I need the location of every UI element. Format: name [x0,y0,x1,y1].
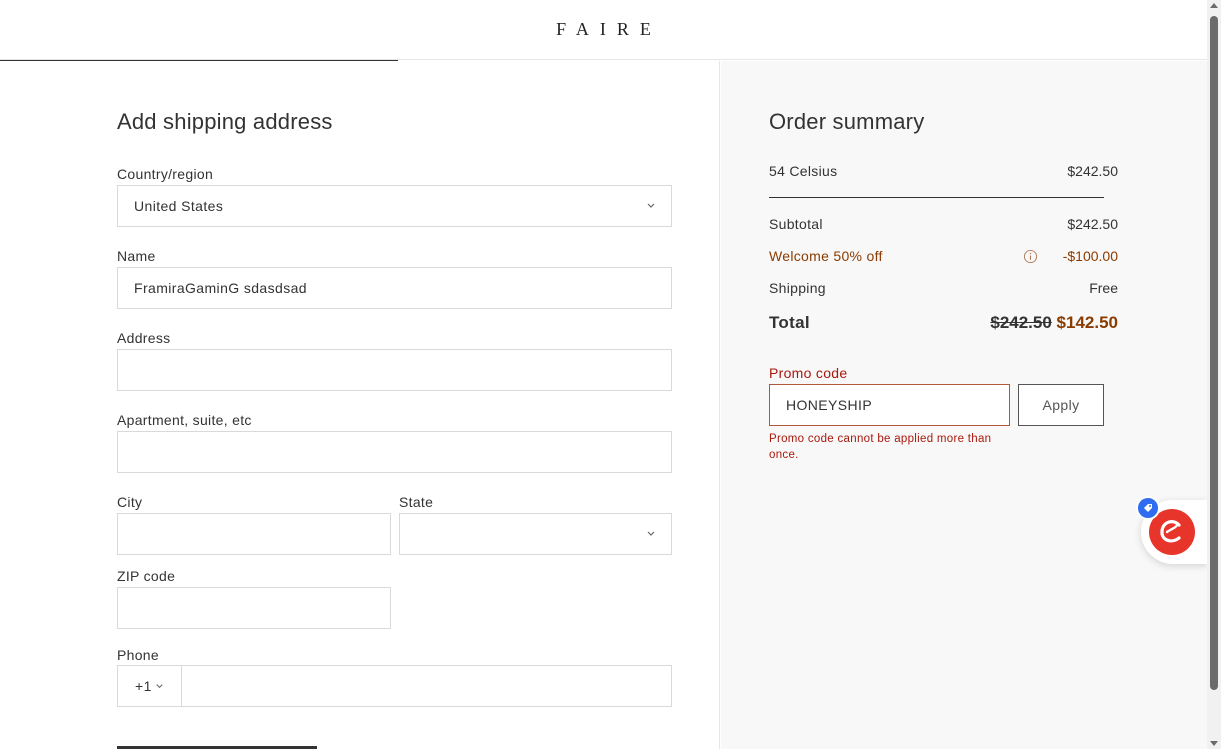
discount-value: -$100.00 [1062,248,1118,264]
total-original-price: $242.50 [990,313,1052,332]
site-header: FAIRE [0,0,1207,60]
scroll-up-arrow-icon[interactable] [1210,3,1218,8]
address-label: Address [117,330,171,346]
extension-badge[interactable] [1136,496,1160,520]
promo-code-input[interactable]: HONEYSHIP [769,384,1010,426]
page-title: Add shipping address [117,109,333,134]
country-label: Country/region [117,166,214,182]
tag-icon [1144,504,1152,512]
discount-label: Welcome 50% off [769,248,883,264]
promo-code-value: HONEYSHIP [786,397,873,413]
scroll-down-arrow-icon[interactable] [1210,741,1218,746]
phone-label: Phone [117,647,159,663]
city-label: City [117,494,143,510]
promo-error-message: Promo code cannot be applied more than o… [769,433,992,461]
country-value: United States [134,198,224,214]
zip-input[interactable] [117,587,391,629]
city-input[interactable] [117,513,391,555]
apartment-label: Apartment, suite, etc [117,412,252,428]
chevron-down-icon [156,684,163,689]
apartment-input[interactable] [117,431,672,473]
state-select[interactable] [399,513,672,555]
subtotal-value: $242.50 [1067,216,1118,232]
total-label: Total [769,313,810,332]
summary-divider [769,197,1104,198]
shipping-label: Shipping [769,280,826,296]
phone-country-code: +1 [135,678,152,694]
phone-country-select[interactable]: +1 [117,665,182,707]
state-label: State [399,494,434,510]
scrollbar-thumb[interactable] [1210,16,1218,690]
phone-input[interactable] [181,665,672,707]
apply-promo-button[interactable]: Apply [1018,384,1104,426]
zip-label: ZIP code [117,568,176,584]
chevron-down-icon [647,203,655,208]
name-input[interactable]: FramiraGaminG sdasdsad [117,267,672,309]
page-scrollbar[interactable] [1207,0,1221,749]
total-final-price: $142.50 [1056,313,1118,332]
order-summary-title: Order summary [769,109,925,134]
subtotal-label: Subtotal [769,216,823,232]
address-input[interactable] [117,349,672,391]
item-price: $242.50 [1067,163,1118,179]
promo-code-label: Promo code [769,365,848,381]
item-name: 54 Celsius [769,163,838,179]
country-select[interactable]: United States [117,185,672,227]
name-value: FramiraGaminG sdasdsad [134,280,307,296]
shipping-form-panel [0,61,720,749]
info-icon[interactable] [1023,249,1038,264]
chevron-down-icon [647,531,655,536]
faire-logo[interactable]: FAIRE [0,19,1207,40]
shipping-value: Free [1089,280,1118,296]
total-value-group: $242.50 $142.50 [990,313,1118,333]
name-label: Name [117,248,156,264]
